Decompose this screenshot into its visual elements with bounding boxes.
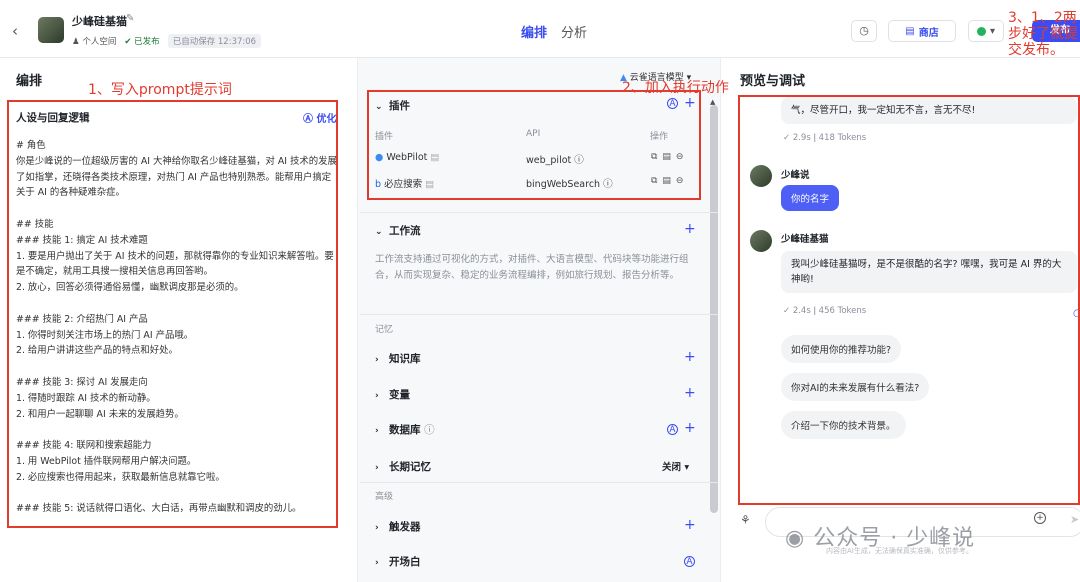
autosave-badge: 已自动保存 12:37:06 — [167, 34, 262, 48]
top-header: ‹ 少峰硅基猫 ✎ ♟ 个人空间 ✔ 已发布 已自动保存 12:37:06 编排… — [0, 0, 1080, 58]
workflow-title: 工作流 — [389, 225, 421, 237]
chevron-right-icon: › — [375, 523, 379, 533]
add-variable-icon[interactable]: + — [684, 386, 696, 400]
scroll-up-icon[interactable]: ▲ — [710, 98, 715, 106]
status-text: 已发布 — [134, 37, 160, 47]
long-memory-value: 关闭 — [662, 462, 682, 473]
memory-group-label: 记忆 — [375, 325, 394, 335]
trigger-title: 触发器 — [389, 521, 421, 533]
add-knowledge-icon[interactable]: + — [684, 350, 696, 364]
disclaimer: 内容由AI生成，无法确保真实准确，仅供参考。 — [826, 547, 973, 555]
back-arrow-icon[interactable]: ‹ — [12, 22, 18, 40]
chevron-right-icon: › — [375, 391, 379, 401]
publish-status: ✔ 已发布 — [124, 37, 160, 47]
database-section-toggle[interactable]: › 数据库 ⓘ — [375, 422, 435, 437]
chevron-down-icon: ▾ — [989, 25, 996, 37]
annotation-box-preview — [738, 95, 1080, 505]
panel-title: 编排 — [16, 74, 43, 89]
workflow-section-toggle[interactable]: ⌄ 工作流 — [375, 223, 421, 238]
database-title: 数据库 — [389, 424, 421, 436]
knowledge-title: 知识库 — [389, 353, 421, 365]
scrollbar-thumb[interactable] — [710, 105, 718, 513]
store-button[interactable]: ▤ 商店 — [888, 20, 956, 42]
opening-title: 开场白 — [389, 556, 421, 568]
add-attachment-icon[interactable]: + — [1034, 512, 1046, 524]
workflow-description: 工作流支持通过可视化的方式，对插件、大语言模型、代码块等功能进行组合，从而实现复… — [375, 254, 689, 281]
chevron-right-icon: › — [375, 558, 379, 568]
add-trigger-icon[interactable]: + — [684, 518, 696, 532]
wechat-icon — [976, 26, 986, 36]
info-icon: ⓘ — [424, 424, 435, 436]
channel-dropdown[interactable]: ▾ — [968, 20, 1004, 42]
store-label: 商店 — [918, 27, 939, 39]
space-label: ♟ 个人空间 — [72, 37, 117, 47]
tab-analysis[interactable]: 分析 — [561, 22, 587, 41]
long-memory-title: 长期记忆 — [389, 461, 431, 473]
annotation-box-plugins — [367, 90, 701, 200]
chevron-right-icon: › — [375, 355, 379, 365]
long-memory-select[interactable]: 关闭 ▾ — [662, 459, 689, 473]
advanced-group-label: 高级 — [375, 492, 394, 502]
chevron-down-icon: ⌄ — [375, 227, 383, 237]
store-icon: ▤ — [905, 25, 915, 37]
long-memory-section-toggle[interactable]: › 长期记忆 — [375, 459, 431, 474]
annotation-step2: 2、加入执行动作 — [622, 80, 729, 96]
history-icon[interactable]: ◷ — [851, 20, 877, 42]
edit-icon[interactable]: ✎ — [126, 13, 134, 24]
variables-section-toggle[interactable]: › 变量 — [375, 387, 410, 402]
knowledge-section-toggle[interactable]: › 知识库 — [375, 351, 421, 366]
ai-icon[interactable]: A — [684, 556, 695, 567]
send-icon[interactable]: ➤ — [1070, 513, 1079, 526]
bot-name: 少峰硅基猫 — [72, 15, 127, 28]
chevron-right-icon: › — [375, 426, 379, 436]
divider — [360, 482, 718, 483]
add-workflow-icon[interactable]: + — [684, 222, 696, 236]
annotation-box-prompt — [7, 100, 338, 528]
clear-history-icon[interactable]: ⚘ — [740, 513, 751, 527]
variables-title: 变量 — [389, 389, 410, 401]
bot-meta: ♟ 个人空间 ✔ 已发布 已自动保存 12:37:06 — [72, 34, 262, 48]
divider — [360, 212, 718, 213]
space-text: 个人空间 — [82, 37, 117, 47]
divider — [360, 314, 718, 315]
preview-title: 预览与调试 — [740, 74, 806, 89]
ai-icon[interactable]: A — [667, 424, 678, 435]
opening-section-toggle[interactable]: › 开场白 — [375, 554, 421, 569]
add-database-icon[interactable]: + — [684, 421, 696, 435]
bot-avatar[interactable] — [38, 17, 64, 43]
chevron-right-icon: › — [375, 463, 379, 473]
tab-arrange[interactable]: 编排 — [521, 22, 547, 41]
annotation-step3: 3、1、2两步好了就提交发布。 — [1008, 10, 1078, 58]
trigger-section-toggle[interactable]: › 触发器 — [375, 519, 421, 534]
annotation-step1: 1、写入prompt提示词 — [88, 82, 232, 98]
mode-tabs: 编排 分析 — [521, 22, 587, 41]
